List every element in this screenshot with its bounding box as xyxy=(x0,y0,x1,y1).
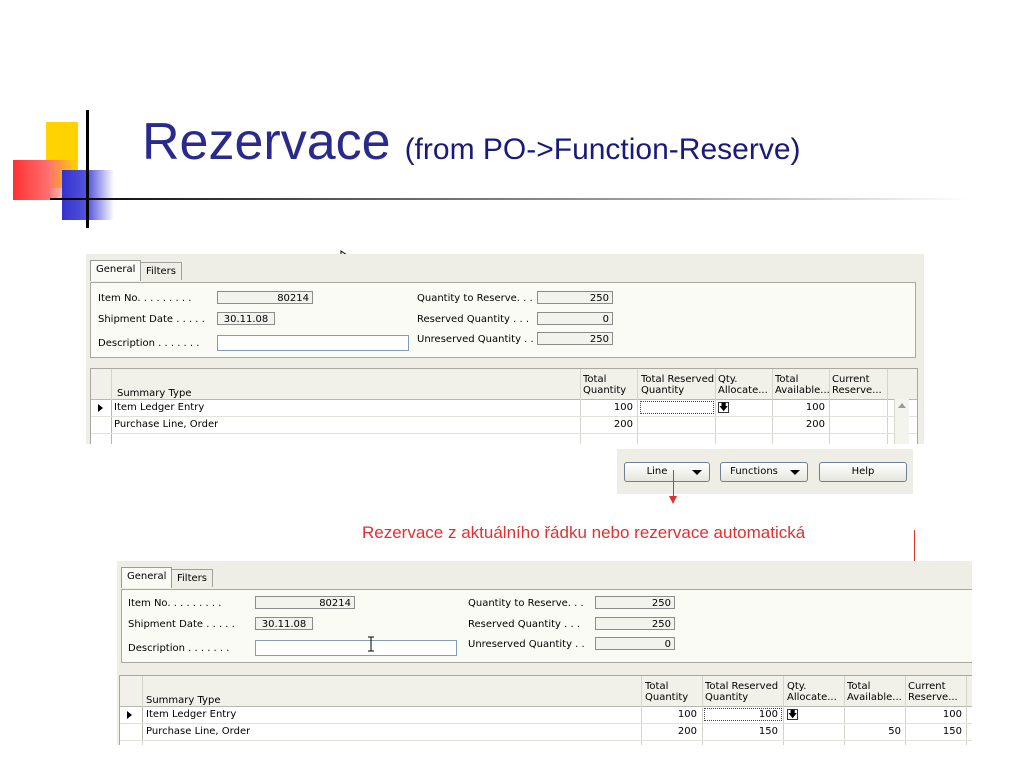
functions-button-label: Functions xyxy=(730,466,778,477)
unreserved-qty-label: Unreserved Quantity . . xyxy=(468,639,585,650)
general-fields: Item No. . . . . . . . . 80214 Shipment … xyxy=(90,282,916,358)
arrow-head-functions xyxy=(669,496,677,504)
decor-horizontal-line xyxy=(50,198,970,200)
col-qty-allocated[interactable]: Qty. Allocate... xyxy=(787,681,841,703)
slide-title-main: Rezervace xyxy=(142,113,391,171)
tab-general[interactable]: General xyxy=(121,567,173,588)
table-row[interactable]: Purchase Line, Order 200 150 50 150 xyxy=(120,724,972,741)
reserved-qty-field[interactable]: 250 xyxy=(595,617,675,630)
qty-to-reserve-label: Quantity to Reserve. . . xyxy=(417,293,533,304)
cell-total-reserved-quantity: 150 xyxy=(758,726,778,737)
general-fields: Item No. . . . . . . . . 80214 Shipment … xyxy=(121,589,972,663)
reserved-qty-label: Reserved Quantity . . . xyxy=(468,619,581,630)
col-total-reserved-quantity[interactable]: Total Reserved Quantity xyxy=(641,374,714,396)
functions-button[interactable]: Functions xyxy=(720,462,808,482)
row-selector[interactable] xyxy=(120,707,143,723)
qty-to-reserve-field[interactable]: 250 xyxy=(595,596,675,609)
col-total-quantity[interactable]: Total Quantity xyxy=(583,374,626,396)
tab-general[interactable]: General xyxy=(90,260,142,281)
row-selector[interactable] xyxy=(91,434,112,444)
cell-summary-type: Item Ledger Entry xyxy=(114,402,205,413)
row-selector[interactable] xyxy=(91,417,112,433)
col-current-reserved[interactable]: Current Reserve... xyxy=(832,374,886,396)
cell-current-reserved: 150 xyxy=(942,726,962,737)
summary-grid: Summary Type Total Quantity Total Reserve… xyxy=(119,675,972,745)
decor-vertical-line xyxy=(86,110,89,228)
cell-summary-type: Purchase Line, Order xyxy=(114,419,219,430)
tab-filters[interactable]: Filters xyxy=(140,262,182,280)
tab-filters[interactable]: Filters xyxy=(171,569,213,587)
item-no-field[interactable]: 80214 xyxy=(255,596,355,609)
description-label: Description . . . . . . . xyxy=(98,338,200,349)
item-no-label: Item No. . . . . . . . . xyxy=(98,293,192,304)
table-row[interactable] xyxy=(91,434,917,444)
col-qty-allocated[interactable]: Qty. Allocate... xyxy=(718,374,770,396)
dropdown-arrow-icon xyxy=(692,470,702,475)
qty-to-reserve-label: Quantity to Reserve. . . xyxy=(468,598,584,609)
shipment-date-label: Shipment Date . . . . . xyxy=(98,314,205,325)
cell-summary-type: Purchase Line, Order xyxy=(146,726,251,737)
cell-total-quantity: 100 xyxy=(613,402,633,413)
annotation-text: Rezervace z aktuálního řádku nebo rezerv… xyxy=(362,523,806,542)
table-row[interactable]: Purchase Line, Order 200 200 xyxy=(91,417,917,434)
reserved-qty-label: Reserved Quantity . . . xyxy=(417,314,530,325)
dropdown-arrow-icon xyxy=(790,470,800,475)
qty-to-reserve-field[interactable]: 250 xyxy=(537,291,613,304)
shipment-date-field[interactable]: 30.11.08 xyxy=(217,312,275,325)
help-button[interactable]: Help xyxy=(819,462,907,482)
cell-total-quantity: 200 xyxy=(613,419,633,430)
vertical-scrollbar[interactable] xyxy=(894,399,909,444)
cell-total-quantity: 200 xyxy=(677,726,697,737)
item-no-field[interactable]: 80214 xyxy=(217,291,313,304)
text-cursor-icon xyxy=(368,636,374,652)
cell-summary-type: Item Ledger Entry xyxy=(146,709,237,720)
summary-grid: Summary Type Total Quantity Total Reserve… xyxy=(90,368,918,444)
col-current-reserved[interactable]: Current Reserve... xyxy=(908,681,964,703)
cell-total-quantity: 100 xyxy=(677,709,697,720)
col-total-available[interactable]: Total Available... xyxy=(847,681,903,703)
shipment-date-field[interactable]: 30.11.08 xyxy=(255,617,313,630)
cell-total-available: 200 xyxy=(805,419,825,430)
line-button[interactable]: Line xyxy=(624,462,710,482)
col-total-available[interactable]: Total Available... xyxy=(775,374,829,396)
description-field[interactable] xyxy=(255,640,457,656)
col-summary-type[interactable]: Summary Type xyxy=(146,695,220,706)
row-selector[interactable] xyxy=(91,400,112,416)
slide-title: Rezervace (from PO->Function-Reserve) xyxy=(142,112,801,172)
cell-total-available: 50 xyxy=(888,726,901,737)
description-label: Description . . . . . . . xyxy=(128,643,230,654)
col-summary-type[interactable]: Summary Type xyxy=(117,388,191,399)
col-total-quantity[interactable]: Total Quantity xyxy=(645,681,688,703)
row-pointer-icon xyxy=(98,404,103,412)
row-selector[interactable] xyxy=(120,724,143,740)
unreserved-qty-label: Unreserved Quantity . . xyxy=(417,334,534,345)
cell-total-reserved-quantity[interactable] xyxy=(640,401,714,414)
grid-header: Summary Type Total Quantity Total Reserve… xyxy=(91,369,917,400)
reserved-qty-field[interactable]: 0 xyxy=(537,312,613,325)
cell-total-reserved-quantity: 100 xyxy=(758,709,778,720)
line-button-label: Line xyxy=(646,466,668,477)
table-row[interactable]: Item Ledger Entry 100 100 🡇 100 xyxy=(120,707,972,724)
col-total-reserved-quantity[interactable]: Total Reserved Quantity xyxy=(705,681,778,703)
reservation-form-after: General Filters Item No. . . . . . . . .… xyxy=(117,561,972,745)
scroll-up-icon[interactable] xyxy=(898,403,906,408)
lookup-arrow-icon[interactable]: 🡇 xyxy=(718,402,729,413)
reservation-form-before: General Filters Item No. . . . . . . . .… xyxy=(86,254,924,444)
help-button-label: Help xyxy=(851,466,875,477)
cell-current-reserved: 100 xyxy=(942,709,962,720)
item-no-label: Item No. . . . . . . . . xyxy=(128,598,222,609)
lookup-arrow-icon[interactable]: 🡇 xyxy=(787,709,798,720)
cell-total-available: 100 xyxy=(805,402,825,413)
table-row[interactable]: Item Ledger Entry 100 🡇 100 xyxy=(91,400,917,417)
slide-title-sub: (from PO->Function-Reserve) xyxy=(404,133,801,166)
unreserved-qty-field[interactable]: 250 xyxy=(537,332,613,345)
unreserved-qty-field[interactable]: 0 xyxy=(595,637,675,650)
button-bar: Line Functions Help xyxy=(617,449,913,494)
row-pointer-icon xyxy=(127,711,132,719)
arrow-line-functions xyxy=(673,470,674,496)
description-field[interactable] xyxy=(217,335,409,351)
shipment-date-label: Shipment Date . . . . . xyxy=(128,619,235,630)
